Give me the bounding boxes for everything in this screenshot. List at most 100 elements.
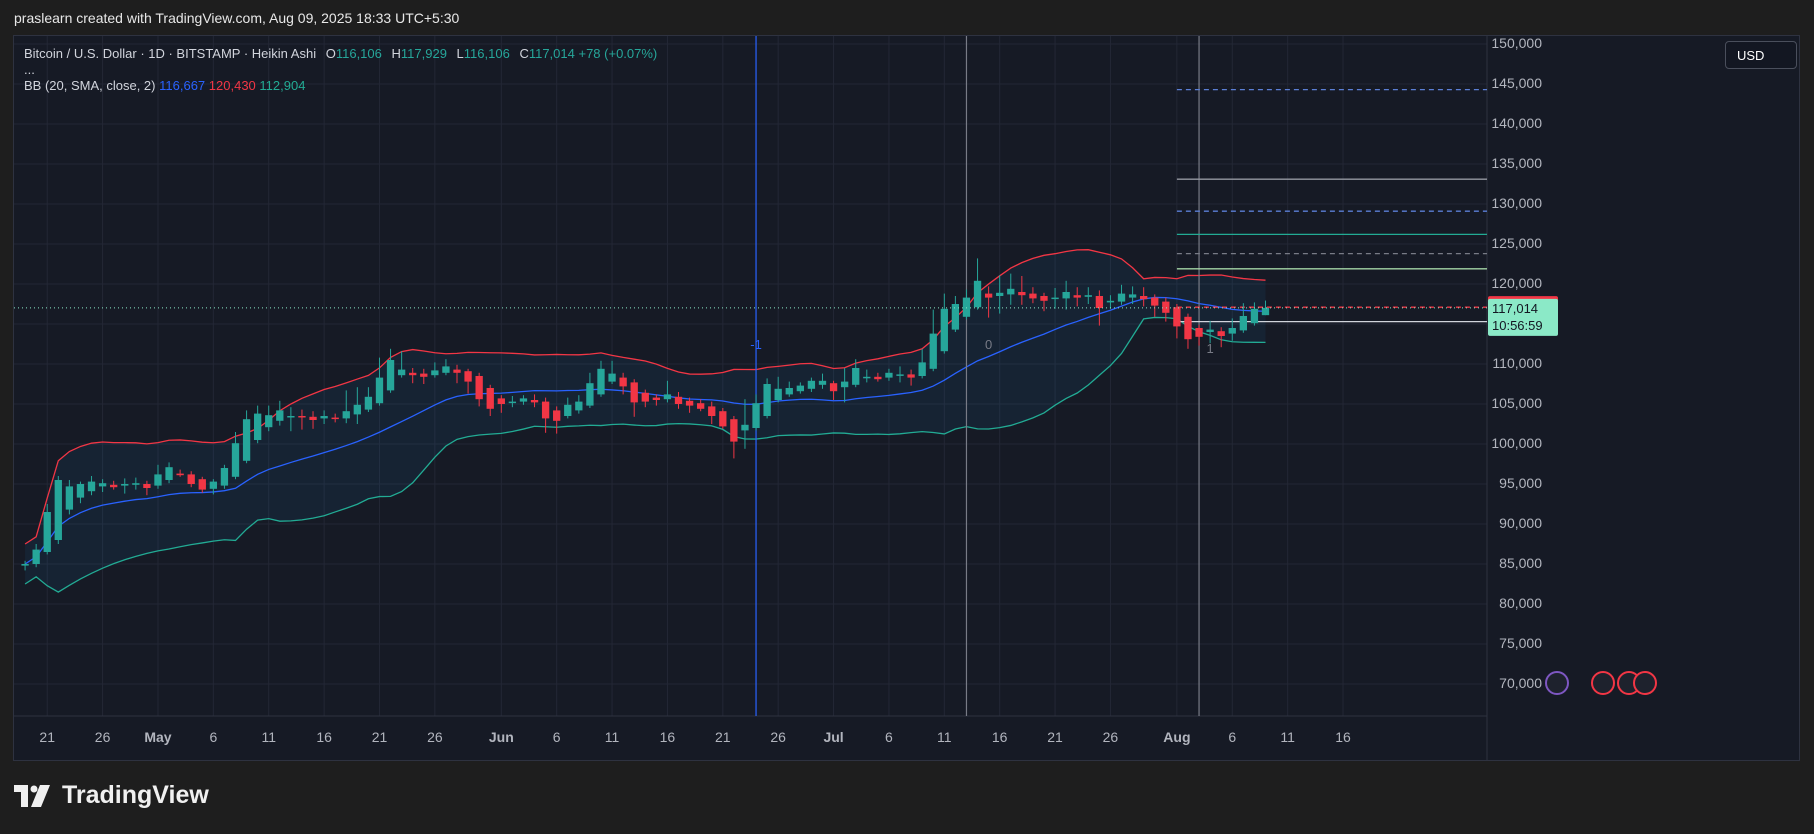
candle-body bbox=[962, 297, 971, 317]
legend-more[interactable]: ... bbox=[24, 63, 657, 76]
candle-body bbox=[486, 388, 494, 409]
candle-body bbox=[973, 280, 982, 308]
candle-body bbox=[1239, 316, 1248, 331]
x-tick-label: 26 bbox=[427, 729, 443, 745]
candle-body bbox=[397, 369, 406, 376]
annotation-label: 0 bbox=[985, 337, 992, 352]
candle-body bbox=[674, 396, 683, 404]
y-tick-label: 75,000 bbox=[1499, 635, 1542, 651]
candle-body bbox=[442, 366, 450, 373]
candle bbox=[763, 378, 771, 419]
candle-body bbox=[1217, 331, 1225, 336]
change-value: +78 (+0.07%) bbox=[578, 46, 658, 61]
last-price-badge-text: 117,014 bbox=[1492, 301, 1538, 316]
price-chart[interactable]: 70,000 75,000 80,000 85,000 90,000 95,000 100,… bbox=[14, 36, 1799, 760]
x-tick-label: Jun bbox=[489, 729, 514, 745]
candle-body bbox=[1040, 296, 1048, 301]
annotation-label: 1 bbox=[1207, 341, 1214, 356]
chart-panel[interactable]: 70,000 75,000 80,000 85,000 90,000 95,000 100,… bbox=[13, 35, 1800, 761]
candle-body bbox=[1250, 308, 1259, 324]
candle-body bbox=[996, 292, 1004, 296]
candle-body bbox=[652, 397, 661, 400]
candle-body bbox=[375, 377, 384, 404]
economic-event-flag-icon bbox=[1591, 671, 1615, 695]
candle-body bbox=[818, 380, 827, 385]
x-tick-label: May bbox=[144, 729, 171, 745]
candle bbox=[730, 416, 738, 459]
candle-body bbox=[220, 468, 229, 486]
candle-body bbox=[242, 419, 251, 461]
candle-body bbox=[630, 382, 638, 403]
y-tick-label: 80,000 bbox=[1499, 595, 1542, 611]
candle-body bbox=[298, 416, 306, 418]
x-tick-label: 16 bbox=[1335, 729, 1351, 745]
candle-body bbox=[984, 293, 993, 298]
x-tick-label: 6 bbox=[1228, 729, 1236, 745]
x-tick-label: 6 bbox=[885, 729, 893, 745]
x-tick-label: 16 bbox=[660, 729, 676, 745]
candle-body bbox=[796, 385, 804, 392]
x-tick-label: 16 bbox=[992, 729, 1008, 745]
candle bbox=[541, 397, 550, 433]
candle-body bbox=[951, 304, 960, 330]
candle-body bbox=[852, 368, 860, 385]
annotation-label: -1 bbox=[750, 337, 762, 352]
candle-body bbox=[564, 404, 572, 416]
candle-body bbox=[198, 479, 206, 490]
candle-body bbox=[1117, 293, 1126, 302]
currency-button[interactable]: USD bbox=[1725, 41, 1797, 69]
candle-body bbox=[1106, 300, 1115, 303]
candle-body bbox=[176, 473, 184, 476]
bb-upper-value: 120,430 bbox=[208, 78, 256, 93]
candle-body bbox=[21, 564, 29, 566]
candle-body bbox=[1228, 328, 1236, 334]
candle-body bbox=[353, 404, 361, 415]
candle-body bbox=[1206, 329, 1214, 332]
candle-body bbox=[364, 396, 373, 410]
candle-body bbox=[863, 376, 871, 379]
candle-body bbox=[276, 410, 284, 421]
bb-fill bbox=[25, 249, 1266, 593]
high-value: 117,929 bbox=[400, 46, 447, 61]
y-tick-label: 135,000 bbox=[1491, 155, 1542, 171]
candle-body bbox=[1029, 293, 1037, 299]
symbol-title[interactable]: Bitcoin / U.S. Dollar · 1D · BITSTAMP · … bbox=[24, 46, 316, 61]
y-tick-label: 100,000 bbox=[1491, 435, 1542, 451]
candle bbox=[553, 406, 561, 434]
x-tick-label: 26 bbox=[770, 729, 786, 745]
bb-row[interactable]: BB (20, SMA, close, 2) 116,667 120,430 1… bbox=[24, 76, 657, 96]
y-tick-label: 110,000 bbox=[1492, 355, 1542, 371]
candle-body bbox=[918, 362, 926, 376]
bb-lower-value: 112,904 bbox=[259, 78, 306, 93]
candle-body bbox=[1184, 316, 1192, 340]
y-tick-label: 90,000 bbox=[1499, 515, 1542, 531]
y-tick-label: 85,000 bbox=[1499, 555, 1542, 571]
candle-body bbox=[1162, 301, 1170, 313]
candle bbox=[929, 309, 937, 372]
candle-body bbox=[420, 373, 428, 377]
candle bbox=[973, 258, 982, 310]
candle-body bbox=[110, 484, 118, 488]
x-tick-label: 6 bbox=[209, 729, 217, 745]
candle-body bbox=[874, 376, 882, 380]
candle-body bbox=[807, 380, 816, 389]
candle bbox=[242, 410, 251, 464]
candle-body bbox=[1062, 292, 1070, 299]
candle-body bbox=[342, 411, 350, 419]
x-tick-label: 11 bbox=[261, 729, 276, 745]
x-tick-label: 11 bbox=[937, 729, 952, 745]
candle-body bbox=[1140, 296, 1148, 300]
candle-body bbox=[519, 398, 528, 402]
candle-body bbox=[309, 416, 317, 420]
candle bbox=[940, 293, 948, 354]
candle-body bbox=[386, 360, 395, 391]
candle-body bbox=[464, 371, 472, 382]
candle-body bbox=[1018, 292, 1026, 296]
brand-name: TradingView bbox=[62, 781, 209, 809]
candle-body bbox=[907, 374, 915, 378]
low-value: 116,106 bbox=[463, 46, 510, 61]
candle-body bbox=[785, 388, 793, 395]
candle bbox=[54, 476, 62, 544]
candle-body bbox=[253, 413, 262, 440]
high-label: H bbox=[391, 46, 401, 61]
